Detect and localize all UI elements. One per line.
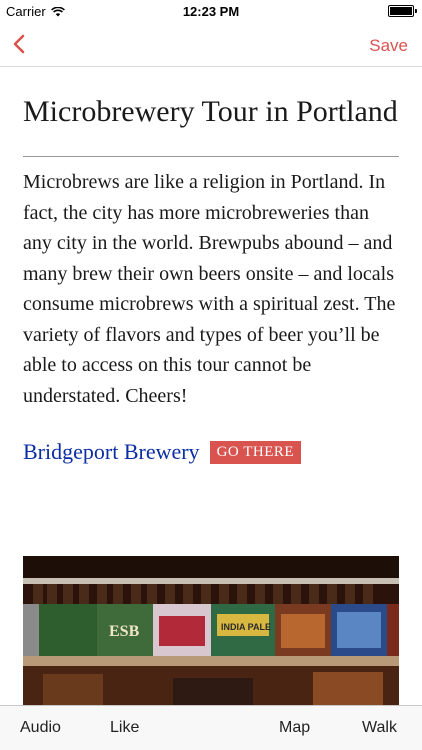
go-there-button[interactable]: GO THERE	[209, 440, 302, 464]
beer-shelf-image: ESB INDIA PALE	[23, 556, 399, 706]
back-button[interactable]	[8, 30, 34, 58]
tab-map[interactable]: Map	[279, 719, 310, 737]
battery-icon	[388, 5, 417, 17]
esb-label: ESB	[109, 623, 140, 640]
tour-description: Microbrews are like a religion in Portla…	[23, 171, 396, 407]
navigation-bar: Save	[0, 22, 422, 67]
tab-like[interactable]: Like	[110, 719, 139, 737]
ipa-label: INDIA PALE	[221, 622, 271, 632]
stop-name-link[interactable]: Bridgeport Brewery	[23, 439, 200, 465]
title-divider	[23, 156, 399, 157]
tab-walk[interactable]: Walk	[362, 719, 397, 737]
save-button[interactable]: Save	[369, 36, 408, 56]
chevron-left-icon	[13, 34, 25, 54]
tab-audio[interactable]: Audio	[20, 719, 61, 737]
status-bar: Carrier 12:23 PM	[0, 0, 422, 22]
status-time: 12:23 PM	[182, 4, 240, 19]
page-title: Microbrewery Tour in Portland	[23, 95, 398, 128]
tour-content: Microbrewery Tour in Portland Microbrews…	[23, 66, 399, 465]
stop-header: Bridgeport Brewery GO THERE	[23, 439, 399, 465]
stop-photo: ESB INDIA PALE	[23, 556, 399, 706]
tab-bar: Audio Like Map Walk	[0, 705, 422, 750]
